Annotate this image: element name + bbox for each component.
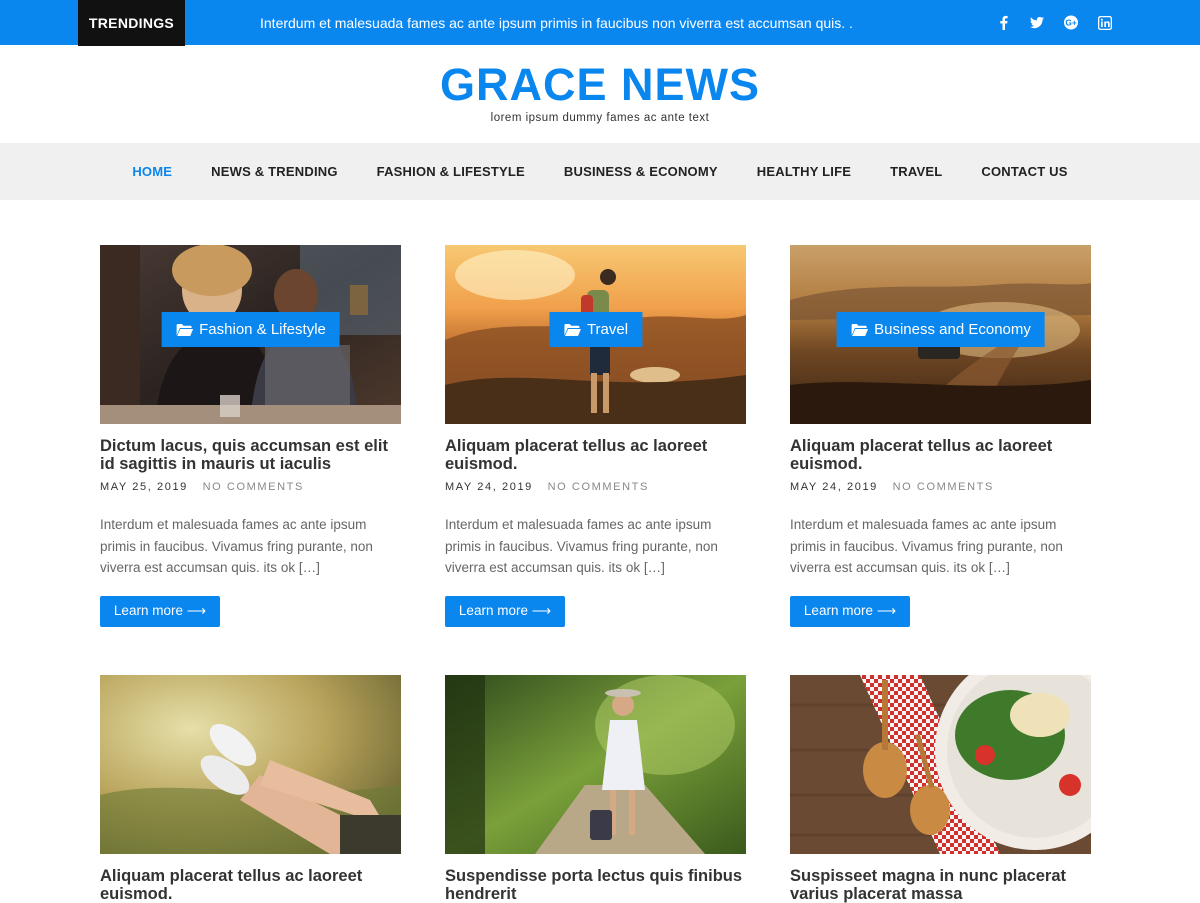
post-meta: MAY 25, 2019 NO COMMENTS (100, 481, 401, 493)
google-plus-icon[interactable]: G+ (1064, 15, 1078, 30)
post-card: Aliquam placerat tellus ac laoreet euism… (100, 675, 401, 903)
category-label: Fashion & Lifestyle (199, 321, 326, 338)
post-title[interactable]: Suspendisse porta lectus quis finibus he… (445, 867, 746, 903)
category-badge[interactable]: Business and Economy (836, 312, 1045, 347)
sneakers-image (100, 675, 401, 854)
post-date[interactable]: MAY 25, 2019 (100, 481, 188, 493)
post-thumbnail[interactable]: Travel (445, 245, 746, 424)
site-header: GRACE NEWS lorem ipsum dummy fames ac an… (0, 45, 1200, 143)
folder-icon (851, 323, 868, 336)
post-card: Travel Aliquam placerat tellus ac laoree… (445, 245, 746, 627)
nav-item-contact-us[interactable]: CONTACT US (962, 164, 1087, 179)
nav-item-fashion-lifestyle[interactable]: FASHION & LIFESTYLE (357, 164, 544, 179)
post-thumbnail[interactable] (100, 675, 401, 854)
news-ticker[interactable]: Interdum et malesuada fames ac ante ipsu… (260, 0, 853, 45)
learn-more-button[interactable]: Learn more ⟶ (445, 595, 565, 627)
post-title[interactable]: Aliquam placerat tellus ac laoreet euism… (790, 437, 1091, 473)
post-excerpt: Interdum et malesuada fames ac ante ipsu… (790, 517, 1063, 575)
nav-item-healthy-life[interactable]: HEALTHY LIFE (737, 164, 870, 179)
post-title[interactable]: Suspisseet magna in nunc placerat varius… (790, 867, 1091, 903)
top-bar: TRENDINGS Interdum et malesuada fames ac… (0, 0, 1200, 46)
post-thumbnail[interactable]: Fashion & Lifestyle (100, 245, 401, 424)
twitter-icon[interactable] (1030, 16, 1044, 30)
linkedin-icon[interactable] (1098, 15, 1112, 30)
post-date[interactable]: MAY 24, 2019 (790, 481, 878, 493)
post-thumbnail[interactable]: Business and Economy (790, 245, 1091, 424)
post-card: Business and Economy Aliquam placerat te… (790, 245, 1091, 627)
post-card: Suspendisse porta lectus quis finibus he… (445, 675, 746, 903)
nav-item-travel[interactable]: TRAVEL (871, 164, 962, 179)
post-card: Fashion & Lifestyle Dictum lacus, quis a… (100, 245, 401, 627)
site-title[interactable]: GRACE NEWS (0, 59, 1200, 111)
post-title[interactable]: Dictum lacus, quis accumsan est elit id … (100, 437, 401, 473)
nav-item-business-economy[interactable]: BUSINESS & ECONOMY (544, 164, 737, 179)
salad-plate-image (790, 675, 1091, 854)
woman-walking-image (445, 675, 746, 854)
folder-icon (563, 323, 581, 336)
post-meta: MAY 24, 2019 NO COMMENTS (445, 481, 746, 493)
post-comments[interactable]: NO COMMENTS (893, 481, 994, 493)
trending-label: TRENDINGS (78, 0, 185, 46)
learn-more-button[interactable]: Learn more ⟶ (790, 595, 910, 627)
post-card: Suspisseet magna in nunc placerat varius… (790, 675, 1091, 903)
post-comments[interactable]: NO COMMENTS (203, 481, 304, 493)
site-tagline: lorem ipsum dummy fames ac ante text (490, 112, 710, 124)
folder-icon (176, 323, 193, 336)
nav-item-home[interactable]: HOME (113, 164, 192, 179)
post-date[interactable]: MAY 24, 2019 (445, 481, 533, 493)
social-links: G+ (996, 0, 1112, 45)
post-comments[interactable]: NO COMMENTS (548, 481, 649, 493)
category-badge[interactable]: Fashion & Lifestyle (161, 312, 340, 347)
main-nav: HOME NEWS & TRENDING FASHION & LIFESTYLE… (0, 143, 1200, 200)
post-excerpt: Interdum et malesuada fames ac ante ipsu… (100, 517, 373, 575)
post-thumbnail[interactable] (790, 675, 1091, 854)
nav-item-news-trending[interactable]: NEWS & TRENDING (192, 164, 358, 179)
post-meta: MAY 24, 2019 NO COMMENTS (790, 481, 1091, 493)
facebook-icon[interactable] (996, 15, 1010, 30)
post-title[interactable]: Aliquam placerat tellus ac laoreet euism… (100, 867, 401, 903)
svg-text:G+: G+ (1065, 18, 1077, 28)
post-thumbnail[interactable] (445, 675, 746, 854)
category-label: Travel (586, 321, 629, 338)
category-label: Business and Economy (874, 321, 1031, 338)
learn-more-button[interactable]: Learn more ⟶ (100, 595, 220, 627)
post-title[interactable]: Aliquam placerat tellus ac laoreet euism… (445, 437, 746, 473)
post-excerpt: Interdum et malesuada fames ac ante ipsu… (445, 517, 718, 575)
category-badge[interactable]: Travel (548, 312, 643, 347)
